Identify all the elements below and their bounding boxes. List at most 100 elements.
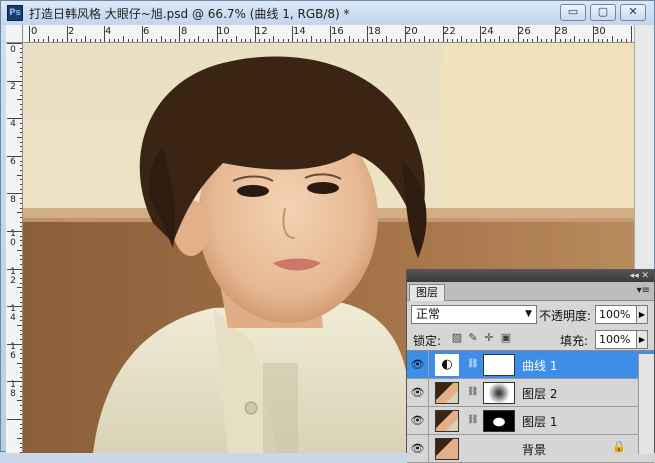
lock-fill-row: 锁定: ▨ ✎ ✛ ▣ 填充: 100% ▶ bbox=[407, 327, 654, 351]
title-bar[interactable]: Ps 打造日韩风格 大眼仔~旭.psd @ 66.7% (曲线 1, RGB/8… bbox=[1, 1, 654, 25]
ruler-tick bbox=[7, 80, 22, 82]
horizontal-ruler[interactable]: 0 2 4 6 8 10 12 14 16 18 20 22 24 26 28 … bbox=[23, 25, 634, 43]
ruler-tick bbox=[442, 26, 444, 42]
ruler-label: 6 bbox=[143, 26, 150, 37]
layer-row-curves[interactable]: 👁 ◐ ⛓ 曲线 1 bbox=[407, 351, 654, 379]
fill-label: 填充: bbox=[560, 334, 589, 348]
layer-thumbnail bbox=[435, 438, 459, 460]
ruler-tick bbox=[386, 36, 388, 42]
ruler-tick bbox=[160, 36, 162, 42]
panel-collapse-bar[interactable]: ◂◂ ✕ bbox=[407, 270, 654, 282]
visibility-eye-icon[interactable]: 👁 bbox=[407, 351, 429, 378]
link-chain-icon: ⛓ bbox=[467, 387, 479, 397]
background-lock-icon: 🔒 bbox=[612, 440, 626, 453]
ruler-tick bbox=[104, 26, 106, 42]
fill-input[interactable]: 100% bbox=[595, 330, 637, 349]
ruler-label: 30 bbox=[593, 26, 606, 37]
layer-row-layer2[interactable]: 👁 ⛓ 图层 2 bbox=[407, 379, 654, 407]
ruler-label: 1 2 bbox=[10, 267, 16, 286]
ruler-tick bbox=[7, 231, 22, 232]
ruler-tick bbox=[555, 26, 557, 42]
ruler-tick bbox=[630, 26, 632, 42]
photoshop-app-icon: Ps bbox=[7, 5, 23, 21]
layers-scrollbar[interactable] bbox=[638, 354, 654, 454]
ruler-label: 0 bbox=[10, 45, 16, 55]
opacity-label: 不透明度: bbox=[539, 309, 592, 323]
panel-menu-icon[interactable]: ▾≡ bbox=[637, 285, 650, 296]
ruler-label: 18 bbox=[368, 26, 381, 37]
ruler-label: 28 bbox=[555, 26, 568, 37]
ruler-tick bbox=[536, 36, 538, 42]
ruler-tick bbox=[273, 36, 275, 42]
layers-panel: ◂◂ ✕ 图层 ▾≡ 正常 ▼ 不透明度: 100% ▶ 锁定: ▨ ✎ ✛ ▣… bbox=[406, 269, 655, 463]
close-button[interactable]: ✕ bbox=[620, 4, 646, 21]
ruler-label: 1 4 bbox=[10, 304, 16, 323]
ruler-label: 1 0 bbox=[10, 229, 16, 248]
ruler-tick bbox=[461, 36, 463, 42]
ruler-tick bbox=[7, 343, 22, 345]
ruler-label: 16 bbox=[331, 26, 344, 37]
ruler-tick bbox=[329, 26, 331, 42]
lock-transparent-icon[interactable]: ▨ bbox=[451, 332, 463, 344]
ruler-tick bbox=[29, 26, 30, 42]
ruler-label: 8 bbox=[10, 195, 16, 205]
ruler-label: 1 6 bbox=[10, 342, 16, 361]
fill-slider-button[interactable]: ▶ bbox=[636, 330, 648, 349]
minimize-button[interactable]: ▭ bbox=[560, 4, 586, 21]
ruler-tick bbox=[292, 26, 294, 42]
ruler-label: 1 8 bbox=[10, 380, 16, 399]
curves-adjustment-icon: ◐ bbox=[435, 354, 459, 376]
link-chain-icon: ⛓ bbox=[467, 359, 479, 369]
ruler-label: 0 bbox=[31, 26, 38, 37]
layer-thumbnail bbox=[435, 410, 459, 432]
ruler-tick bbox=[499, 36, 500, 42]
ruler-tick bbox=[7, 306, 22, 308]
ruler-label: 2 bbox=[10, 82, 16, 92]
tab-layers[interactable]: 图层 bbox=[409, 284, 445, 301]
ruler-label: 6 bbox=[10, 157, 16, 167]
ruler-tick bbox=[311, 36, 312, 42]
ruler-tick bbox=[405, 26, 406, 42]
vertical-ruler[interactable]: 0 2 4 6 8 1 0 1 2 1 4 1 6 1 8 bbox=[6, 43, 23, 453]
ruler-tick bbox=[480, 26, 482, 42]
layer-mask-thumbnail[interactable] bbox=[483, 382, 515, 404]
layer-thumbnail bbox=[435, 382, 459, 404]
dropdown-arrow-icon: ▼ bbox=[525, 309, 532, 319]
lock-image-brush-icon[interactable]: ✎ bbox=[467, 332, 479, 344]
restore-button[interactable]: ▢ bbox=[590, 4, 616, 21]
ruler-label: 10 bbox=[217, 26, 230, 37]
lock-all-icon[interactable]: ▣ bbox=[500, 332, 512, 344]
visibility-eye-icon[interactable]: 👁 bbox=[407, 435, 429, 462]
layer-name: 图层 1 bbox=[522, 415, 558, 429]
layer-row-layer1[interactable]: 👁 ⛓ 图层 1 bbox=[407, 407, 654, 435]
ruler-origin[interactable] bbox=[6, 25, 23, 43]
ruler-tick bbox=[198, 36, 200, 42]
document-title: 打造日韩风格 大眼仔~旭.psd @ 66.7% (曲线 1, RGB/8) * bbox=[29, 7, 350, 21]
lock-position-move-icon[interactable]: ✛ bbox=[483, 332, 495, 344]
layer-row-background[interactable]: 👁 背景 🔒 bbox=[407, 435, 654, 463]
ruler-tick bbox=[367, 26, 369, 42]
ruler-tick bbox=[235, 36, 237, 42]
ruler-tick bbox=[574, 36, 576, 42]
ruler-tick bbox=[7, 118, 22, 120]
visibility-eye-icon[interactable]: 👁 bbox=[407, 407, 429, 434]
ruler-label: 20 bbox=[405, 26, 418, 37]
blend-mode-value: 正常 bbox=[416, 307, 441, 321]
opacity-slider-button[interactable]: ▶ bbox=[636, 305, 648, 324]
ruler-tick bbox=[179, 26, 181, 42]
layer-mask-thumbnail[interactable] bbox=[483, 354, 515, 376]
ruler-tick bbox=[423, 36, 425, 42]
ruler-label: 14 bbox=[293, 26, 306, 37]
opacity-input[interactable]: 100% bbox=[595, 305, 637, 324]
ruler-tick bbox=[7, 43, 22, 44]
link-chain-icon: ⛓ bbox=[467, 415, 479, 425]
lock-label: 锁定: bbox=[413, 334, 442, 348]
ruler-tick bbox=[593, 26, 594, 42]
layer-mask-thumbnail[interactable] bbox=[483, 410, 515, 432]
ruler-tick bbox=[7, 193, 22, 195]
layer-name: 曲线 1 bbox=[522, 359, 558, 373]
ruler-tick bbox=[611, 36, 613, 42]
visibility-eye-icon[interactable]: 👁 bbox=[407, 379, 429, 406]
blend-mode-select[interactable]: 正常 ▼ bbox=[411, 305, 537, 324]
ruler-tick bbox=[348, 36, 350, 42]
